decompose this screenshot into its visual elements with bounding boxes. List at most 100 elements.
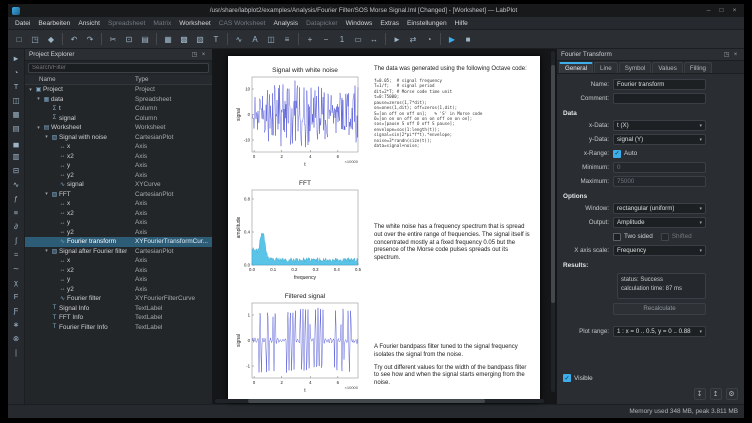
- close-dock-icon[interactable]: ×: [731, 52, 740, 58]
- zoom-original-icon[interactable]: 1: [335, 32, 350, 47]
- close-button[interactable]: ×: [729, 7, 740, 14]
- tree-item-signal[interactable]: ΣsignalColumn: [25, 114, 212, 124]
- interpolation-icon[interactable]: ≈: [10, 248, 23, 261]
- text-label-fft-info[interactable]: The white noise has a frequency spectrum…: [374, 224, 532, 263]
- plot-four-axes-icon[interactable]: ▦: [10, 108, 23, 121]
- plot-filtered-signal[interactable]: Filtered signalsignalt024610-1×10000: [234, 289, 364, 395]
- tree-item-fourier-filter-info[interactable]: TFourier Filter InfoTextLabel: [25, 323, 212, 333]
- two-sided-checkbox[interactable]: [613, 233, 621, 241]
- close-panel-icon[interactable]: ×: [199, 52, 208, 58]
- text-label-icon[interactable]: T: [10, 80, 23, 93]
- play-icon[interactable]: ▶: [445, 32, 460, 47]
- save-project-icon[interactable]: ◆: [44, 32, 59, 47]
- new-spreadsheet-icon[interactable]: ▦: [161, 32, 176, 47]
- select-mode-icon[interactable]: ►: [390, 32, 405, 47]
- plot-two-axes-icon[interactable]: ▤: [10, 122, 23, 135]
- menu-datapicker[interactable]: Datapicker: [302, 20, 342, 27]
- column-header-name[interactable]: Name: [25, 76, 135, 83]
- configure-icon[interactable]: ⚙: [726, 388, 738, 400]
- text-label-filter-info[interactable]: A Fourier bandpass filter tuned to the s…: [374, 344, 532, 388]
- tree-item-fft[interactable]: ▾▧FFTCartesianPlot: [25, 190, 212, 200]
- tree-item-data[interactable]: ▾▦dataSpreadsheet: [25, 95, 212, 105]
- vertical-scrollbar[interactable]: [551, 51, 555, 392]
- pan-mode-icon[interactable]: ⇄: [406, 32, 421, 47]
- expander-icon[interactable]: ▾: [43, 191, 50, 197]
- shifted-checkbox[interactable]: [661, 233, 669, 241]
- float-panel-icon[interactable]: ◳: [190, 51, 199, 58]
- new-worksheet-icon[interactable]: ▧: [193, 32, 208, 47]
- auto-range-checkbox[interactable]: ✓: [613, 150, 621, 158]
- tree-item-y2[interactable]: ↔y2Axis: [25, 171, 212, 181]
- new-project-icon[interactable]: □: [12, 32, 27, 47]
- fit-width-icon[interactable]: ↔: [367, 32, 382, 47]
- tree-item-signal[interactable]: ∿signalXYCurve: [25, 180, 212, 190]
- name-input[interactable]: [613, 79, 706, 90]
- menu-datei[interactable]: Datei: [11, 20, 34, 27]
- paste-icon[interactable]: ▤: [138, 32, 153, 47]
- fit-page-icon[interactable]: ▭: [351, 32, 366, 47]
- smoothing-icon[interactable]: ∼: [10, 262, 23, 275]
- differentiation-icon[interactable]: ∂: [10, 220, 23, 233]
- template-save-icon[interactable]: ↥: [710, 388, 722, 400]
- menu-windows[interactable]: Windows: [342, 20, 377, 27]
- menu-bearbeiten[interactable]: Bearbeiten: [34, 20, 74, 27]
- data-reduction-icon[interactable]: ≡: [10, 206, 23, 219]
- text-label-signal-info[interactable]: The data was generated using the followi…: [374, 66, 532, 149]
- histogram-icon[interactable]: ▄: [10, 136, 23, 149]
- tree-item-t[interactable]: ΣtColumn: [25, 104, 212, 114]
- comment-input[interactable]: [613, 93, 706, 104]
- stop-icon[interactable]: ■: [461, 32, 476, 47]
- zoom-out-icon[interactable]: −: [319, 32, 334, 47]
- open-project-icon[interactable]: ◳: [28, 32, 43, 47]
- box-plot-icon[interactable]: ⊟: [10, 164, 23, 177]
- fourier-filter-icon[interactable]: F: [10, 290, 23, 303]
- expander-icon[interactable]: ▾: [27, 87, 34, 93]
- menu-extras[interactable]: Extras: [376, 20, 403, 27]
- x-data-combo[interactable]: t (X)▾: [613, 120, 706, 131]
- minimum-input[interactable]: [613, 162, 706, 173]
- visible-checkbox[interactable]: ✓: [563, 374, 571, 382]
- horizontal-scrollbar-thumb[interactable]: [248, 399, 485, 403]
- menu-matrix[interactable]: Matrix: [149, 20, 175, 27]
- integration-icon[interactable]: ∫: [10, 234, 23, 247]
- equation-curve-icon[interactable]: ƒ: [10, 192, 23, 205]
- new-matrix-icon[interactable]: ▩: [177, 32, 192, 47]
- tree-column-headers[interactable]: Name Type: [25, 75, 212, 85]
- expander-icon[interactable]: ▾: [43, 248, 50, 254]
- tree-item-y2[interactable]: ↔y2Axis: [25, 285, 212, 295]
- add-plot-icon[interactable]: ∿: [232, 32, 247, 47]
- tree-item-y[interactable]: ↔yAxis: [25, 275, 212, 285]
- fourier-transform-icon[interactable]: Ƒ: [10, 304, 23, 317]
- tree-item-x[interactable]: ↔xAxis: [25, 256, 212, 266]
- menu-ansicht[interactable]: Ansicht: [74, 20, 104, 27]
- tab-general[interactable]: General: [559, 62, 593, 73]
- add-text-label-icon[interactable]: A: [248, 32, 263, 47]
- expander-icon[interactable]: ▾: [35, 96, 42, 102]
- zoom-in-icon[interactable]: +: [303, 32, 318, 47]
- new-note-icon[interactable]: T: [209, 32, 224, 47]
- tree-item-x[interactable]: ↔xAxis: [25, 199, 212, 209]
- tree-item-y[interactable]: ↔yAxis: [25, 161, 212, 171]
- correlation-icon[interactable]: ⊗: [10, 332, 23, 345]
- float-dock-icon[interactable]: ◳: [722, 51, 731, 58]
- tab-values[interactable]: Values: [652, 62, 682, 73]
- maximize-button[interactable]: □: [716, 7, 727, 14]
- expander-icon[interactable]: ▾: [43, 134, 50, 140]
- tree-item-project[interactable]: ▾▣ProjectProject: [25, 85, 212, 95]
- bar-chart-icon[interactable]: ▥: [10, 150, 23, 163]
- redo-icon[interactable]: ↷: [83, 32, 98, 47]
- add-legend-icon[interactable]: ≡: [280, 32, 295, 47]
- column-header-type[interactable]: Type: [135, 76, 148, 83]
- menu-cas-worksheet[interactable]: CAS Worksheet: [215, 20, 270, 27]
- menu-analysis[interactable]: Analysis: [270, 20, 303, 27]
- tree-item-y2[interactable]: ↔y2Axis: [25, 228, 212, 238]
- tree-item-fourier-filter[interactable]: ∿Fourier filterXYFourierFilterCurve: [25, 294, 212, 304]
- menu-einstellungen[interactable]: Einstellungen: [403, 20, 451, 27]
- copy-icon[interactable]: ⊡: [122, 32, 137, 47]
- tree-item-x2[interactable]: ↔x2Axis: [25, 266, 212, 276]
- minimize-button[interactable]: –: [703, 7, 714, 14]
- tree-item-signal-info[interactable]: TSignal InfoTextLabel: [25, 304, 212, 314]
- reference-line-icon[interactable]: ∣: [10, 346, 23, 359]
- tree-item-signal-with-noise[interactable]: ▾▧Signal with noiseCartesianPlot: [25, 133, 212, 143]
- search-input[interactable]: [28, 63, 209, 73]
